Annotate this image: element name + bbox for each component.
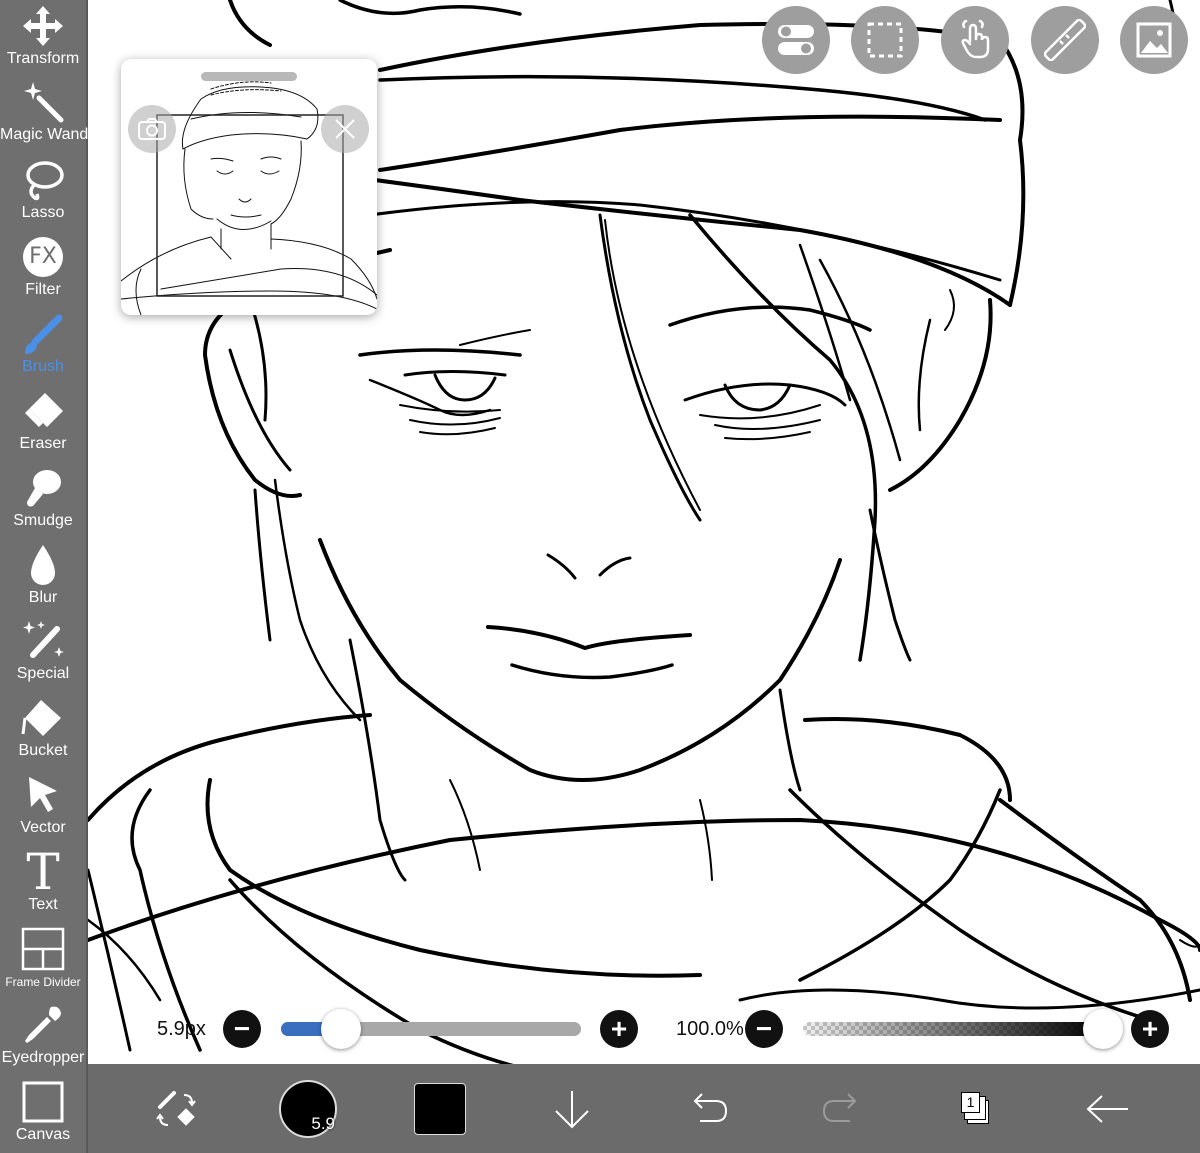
brush-size-increase-button[interactable]: +	[600, 1010, 638, 1048]
tool-vector[interactable]: Vector	[0, 769, 86, 846]
down-arrow-icon	[555, 1090, 589, 1128]
tool-label-lasso: Lasso	[21, 204, 65, 221]
toggle-icon	[778, 25, 814, 55]
tool-label-filter: Filter	[25, 281, 61, 298]
brush-size-slider-knob[interactable]	[321, 1009, 361, 1049]
eraser-icon	[17, 389, 69, 433]
opacity-value: 100.0%	[676, 1018, 744, 1040]
opacity-decrease-button[interactable]: −	[745, 1010, 783, 1048]
bottom-toolbar: 5.9 1	[88, 1064, 1200, 1153]
tool-label-text: Text	[28, 896, 58, 913]
tool-transform[interactable]: Transform	[0, 0, 86, 77]
tool-label-vector: Vector	[20, 819, 66, 836]
opacity-slider-knob[interactable]	[1083, 1009, 1123, 1049]
navigator-thumbnail	[121, 81, 377, 315]
quick-switch-button[interactable]	[146, 1064, 206, 1153]
frame-divider-icon	[17, 927, 69, 971]
fx-icon: FX	[17, 235, 69, 279]
tool-bucket[interactable]: Bucket	[0, 692, 86, 769]
brush-size-badge: 5.9	[311, 1113, 335, 1133]
tool-label-canvas: Canvas	[15, 1126, 71, 1143]
tool-frame-divider[interactable]: Frame Divider	[0, 923, 86, 1000]
brush-size-value: 5.9px	[157, 1018, 206, 1040]
tool-special[interactable]: Special	[0, 615, 86, 692]
canvas-icon	[17, 1080, 69, 1124]
plus-icon: +	[610, 1013, 628, 1044]
lasso-icon	[17, 158, 69, 202]
minus-icon: −	[233, 1013, 251, 1044]
image-gallery-button[interactable]	[1120, 6, 1188, 74]
back-button[interactable]	[1078, 1064, 1138, 1153]
undo-button[interactable]	[678, 1064, 738, 1153]
minus-icon: −	[755, 1013, 773, 1044]
text-icon: T	[26, 843, 60, 901]
undo-icon	[693, 1092, 728, 1122]
image-gallery-icon	[1136, 22, 1172, 58]
touch-gesture-button[interactable]	[941, 6, 1009, 74]
tool-smudge[interactable]: Smudge	[0, 462, 86, 539]
layer-count: 1	[961, 1091, 980, 1113]
navigator-window[interactable]	[121, 59, 377, 315]
magic-wand-icon	[17, 80, 69, 124]
brush-size-button[interactable]: 5.9	[276, 1064, 340, 1153]
brush-preview-circle: 5.9	[279, 1079, 337, 1138]
tool-label-transform: Transform	[6, 50, 80, 67]
redo-button[interactable]	[812, 1064, 872, 1153]
tool-label-blur: Blur	[28, 589, 58, 606]
color-picker-button[interactable]	[410, 1064, 470, 1153]
save-download-button[interactable]	[542, 1064, 602, 1153]
smudge-icon	[17, 466, 69, 510]
tool-label-eyedropper: Eyedropper	[1, 1049, 85, 1066]
ruler-icon	[1044, 19, 1086, 61]
tool-label-brush: Brush	[22, 358, 64, 375]
back-arrow-icon	[1086, 1094, 1128, 1123]
navigator-drag-handle[interactable]	[201, 72, 297, 81]
tool-canvas[interactable]: Canvas	[0, 1076, 86, 1153]
brush-eraser-switch-icon	[156, 1090, 196, 1126]
navigator-close-button[interactable]	[321, 105, 369, 153]
tool-label-eraser: Eraser	[19, 435, 67, 452]
opacity-increase-button[interactable]: +	[1131, 1010, 1169, 1048]
bucket-icon	[17, 696, 69, 740]
transform-arrows-icon	[17, 4, 69, 48]
layers-icon: 1	[952, 1087, 996, 1131]
tool-brush[interactable]: Brush	[0, 308, 86, 385]
layers-button[interactable]: 1	[944, 1064, 1004, 1153]
selection-button[interactable]	[851, 6, 919, 74]
brush-size-decrease-button[interactable]: −	[223, 1010, 261, 1048]
tool-blur[interactable]: Blur	[0, 539, 86, 616]
tool-label-bucket: Bucket	[18, 742, 68, 759]
brush-icon	[17, 312, 69, 356]
tool-magic-wand[interactable]: Magic Wand	[0, 76, 89, 153]
blur-drop-icon	[17, 543, 69, 587]
tool-filter[interactable]: FX Filter	[0, 231, 86, 308]
tool-eyedropper[interactable]: Eyedropper	[0, 999, 86, 1076]
ruler-button[interactable]	[1031, 6, 1099, 74]
current-color-swatch	[414, 1082, 466, 1135]
close-icon	[335, 119, 355, 139]
selection-icon	[867, 22, 903, 58]
tool-text[interactable]: T Text	[0, 846, 86, 923]
tool-eraser[interactable]: Eraser	[0, 385, 86, 462]
opacity-slider[interactable]	[803, 1022, 1103, 1036]
touch-gesture-icon	[961, 19, 990, 59]
plus-icon: +	[1141, 1013, 1159, 1044]
special-sparkle-pen-icon	[17, 619, 69, 663]
toggle-button[interactable]	[762, 6, 830, 74]
redo-icon	[822, 1092, 857, 1122]
tool-lasso[interactable]: Lasso	[0, 154, 86, 231]
tool-label-special: Special	[16, 665, 70, 682]
navigator-camera-button[interactable]	[128, 105, 176, 153]
tool-label-smudge: Smudge	[13, 512, 73, 529]
vector-cursor-icon	[17, 773, 69, 817]
tool-label-magic-wand: Magic Wand	[0, 126, 89, 143]
tool-label-frame-divider: Frame Divider	[5, 975, 81, 989]
eyedropper-icon	[17, 1003, 69, 1047]
camera-icon	[138, 118, 166, 140]
tool-sidebar: Transform Magic Wand Lasso FX Filter Bru…	[0, 0, 88, 1153]
